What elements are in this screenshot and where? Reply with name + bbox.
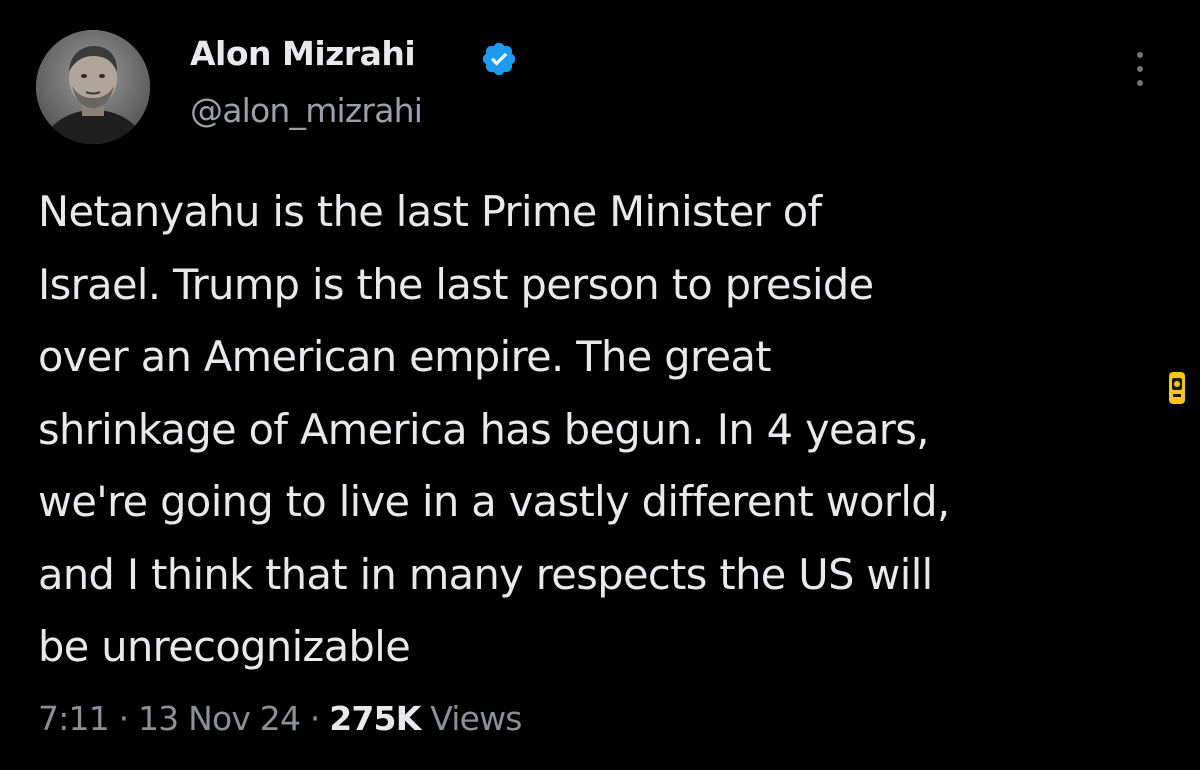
avatar[interactable] — [36, 30, 150, 144]
avatar-photo — [36, 30, 150, 144]
tweet-card: Alon Mizrahi @alon_mizrahi Netanyahu is … — [0, 0, 1200, 770]
verified-badge-icon — [482, 42, 516, 76]
views-count[interactable]: 275K — [329, 699, 421, 738]
tweet-time[interactable]: 7:11 — [38, 699, 110, 738]
author-display-name[interactable]: Alon Mizrahi — [190, 34, 416, 73]
more-vertical-icon[interactable] — [1128, 52, 1152, 102]
views-label: Views — [420, 699, 522, 738]
tweet-text-line: we're going to live in a vastly differen… — [38, 477, 950, 526]
tweet-text-line: shrinkage of America has begun. In 4 yea… — [38, 404, 929, 454]
tweet-date[interactable]: 13 Nov 24 — [138, 699, 301, 738]
side-badge-icon — [1169, 372, 1185, 404]
tweet-text-line: Israel. Trump is the last person to pres… — [38, 259, 874, 309]
author-handle[interactable]: @alon_mizrahi — [190, 91, 423, 130]
meta-separator: · — [300, 699, 330, 738]
tweet-text-line: Netanyahu is the last Prime Minister of — [38, 187, 822, 236]
tweet-text-line: and I think that in many respects the US… — [38, 549, 933, 599]
tweet-text-line: be unrecognizable — [38, 622, 411, 671]
tweet-text: Netanyahu is the last Prime Minister of … — [38, 176, 1168, 684]
tweet-text-line: over an American empire. The great — [38, 332, 772, 381]
meta-separator: · — [108, 699, 138, 738]
tweet-meta: 7:11 · 13 Nov 24 · 275K Views — [38, 699, 523, 738]
